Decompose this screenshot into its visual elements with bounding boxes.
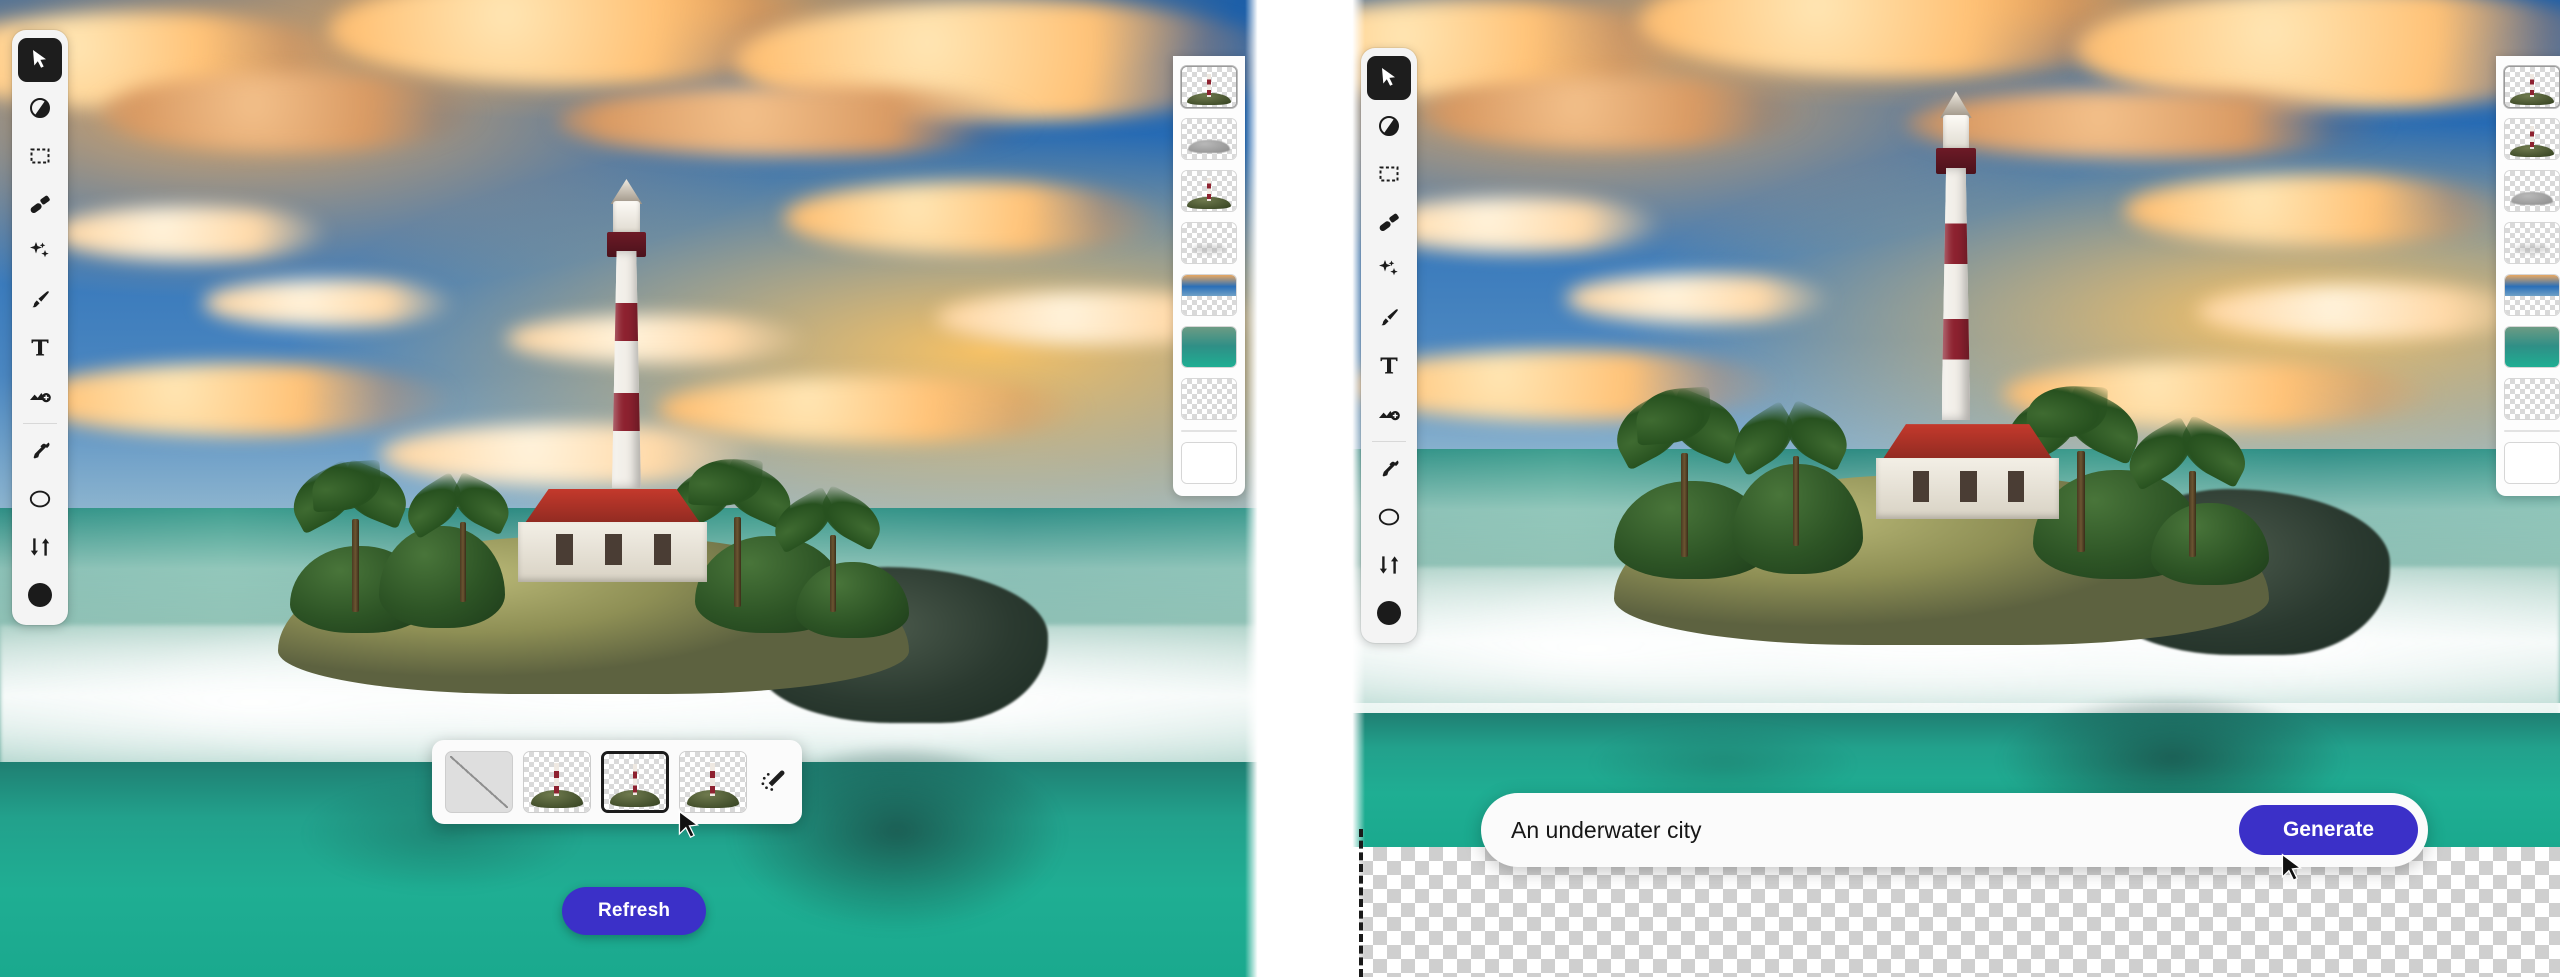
sort-arrows-icon: [1379, 556, 1399, 574]
brush-tool[interactable]: [1367, 296, 1411, 340]
layer-background-white[interactable]: [1181, 442, 1237, 484]
left-canvas[interactable]: [0, 0, 1263, 977]
variation-3[interactable]: [679, 751, 747, 813]
panel-right-edge: [1245, 0, 1263, 977]
variation-strip[interactable]: [432, 740, 802, 824]
insert-image-tool[interactable]: [18, 374, 62, 418]
eyedropper-icon: [33, 442, 50, 459]
eyedropper-icon: [1382, 460, 1399, 477]
eyedropper-tool[interactable]: [18, 429, 62, 473]
color-swatch[interactable]: [1367, 591, 1411, 635]
magic-wand-icon[interactable]: [759, 767, 789, 797]
variation-none[interactable]: [445, 751, 513, 813]
artwork-keepers-house-2: [1875, 424, 2060, 519]
ellipse-icon: [1378, 508, 1400, 526]
marquee-select-icon: [30, 148, 50, 164]
arrange-tool[interactable]: [1367, 543, 1411, 587]
magic-tool[interactable]: [18, 230, 62, 274]
prompt-input[interactable]: [1511, 816, 2239, 844]
variation-1[interactable]: [523, 751, 591, 813]
selection-marquee: [1359, 829, 1363, 977]
layers-divider: [2504, 430, 2560, 432]
generate-button[interactable]: Generate: [2238, 805, 2418, 855]
left-toolbar: [12, 30, 68, 625]
layer-empty-faint[interactable]: [2504, 222, 2560, 264]
healing-brush-icon: [30, 195, 50, 214]
insert-image-tool[interactable]: [1367, 392, 1411, 436]
artwork-lighthouse-island: [0, 0, 1263, 977]
layer-sky[interactable]: [1181, 274, 1237, 316]
image-add-icon: [1379, 411, 1400, 421]
shape-tool[interactable]: [1367, 495, 1411, 539]
arrange-tool[interactable]: [18, 525, 62, 569]
layers-divider: [1181, 430, 1237, 432]
marquee-tool[interactable]: [18, 134, 62, 178]
brush-tool[interactable]: [18, 278, 62, 322]
toolbar-divider: [1372, 441, 1406, 442]
paintbrush-icon: [32, 291, 49, 308]
sort-arrows-icon: [30, 538, 50, 556]
healing-tool[interactable]: [1367, 200, 1411, 244]
artwork-keepers-house: [517, 488, 708, 582]
layer-grey-shape[interactable]: [1181, 118, 1237, 160]
artwork-lighthouse: [594, 176, 660, 489]
layer-grey-shape[interactable]: [2504, 170, 2560, 212]
mouse-cursor: [676, 810, 702, 844]
healing-brush-icon: [1379, 213, 1399, 232]
text-t-icon: [1380, 357, 1398, 374]
layer-background-white[interactable]: [2504, 442, 2560, 484]
mouse-cursor: [2279, 853, 2305, 887]
color-swatch[interactable]: [18, 573, 62, 617]
layer-transparent[interactable]: [1181, 378, 1237, 420]
ellipse-icon: [29, 490, 51, 508]
move-select-tool[interactable]: [18, 38, 62, 82]
color-swatch-icon: [1377, 601, 1401, 625]
sparkles-icon: [1379, 260, 1398, 276]
marquee-tool[interactable]: [1367, 152, 1411, 196]
left-layers-panel[interactable]: [1173, 56, 1245, 496]
marquee-select-icon: [1379, 166, 1399, 182]
layer-sky[interactable]: [2504, 274, 2560, 316]
variation-2[interactable]: [601, 751, 669, 813]
move-select-tool[interactable]: [1367, 56, 1411, 100]
healing-tool[interactable]: [18, 182, 62, 226]
cursor-arrow-icon: [33, 50, 46, 68]
text-tool[interactable]: [18, 326, 62, 370]
contrast-icon: [1379, 116, 1399, 136]
artwork-lighthouse-2: [1923, 88, 1989, 421]
sparkles-icon: [30, 242, 49, 258]
paintbrush-icon: [1381, 309, 1398, 326]
layer-transparent[interactable]: [2504, 378, 2560, 420]
layer-ocean[interactable]: [1181, 326, 1237, 368]
text-t-icon: [31, 339, 49, 356]
contrast-icon: [30, 98, 50, 118]
image-add-icon: [30, 393, 51, 403]
magic-tool[interactable]: [1367, 248, 1411, 292]
toolbar-divider: [23, 423, 57, 424]
right-layers-panel[interactable]: [2496, 56, 2560, 496]
left-screenshot-panel: Refresh: [0, 0, 1263, 977]
layer-lighthouse-alt[interactable]: [1181, 170, 1237, 212]
screenshot-stage: Refresh An underwater city Generate: [0, 0, 2560, 977]
adjust-tool[interactable]: [18, 86, 62, 130]
refresh-button[interactable]: Refresh: [562, 887, 707, 935]
eyedropper-tool[interactable]: [1367, 447, 1411, 491]
layer-ocean[interactable]: [2504, 326, 2560, 368]
color-swatch-icon: [28, 583, 52, 607]
layer-empty-faint[interactable]: [1181, 222, 1237, 264]
shape-tool[interactable]: [18, 477, 62, 521]
layer-lighthouse-alt[interactable]: [2504, 118, 2560, 160]
adjust-tool[interactable]: [1367, 104, 1411, 148]
right-screenshot-panel: Generate: [1347, 0, 2560, 977]
screenshot-gutter: [1263, 0, 1347, 977]
right-toolbar: [1361, 48, 1417, 643]
text-tool[interactable]: [1367, 344, 1411, 388]
cursor-arrow-icon: [1382, 68, 1395, 86]
layer-lighthouse-island[interactable]: [2504, 66, 2560, 108]
layer-lighthouse-island[interactable]: [1181, 66, 1237, 108]
